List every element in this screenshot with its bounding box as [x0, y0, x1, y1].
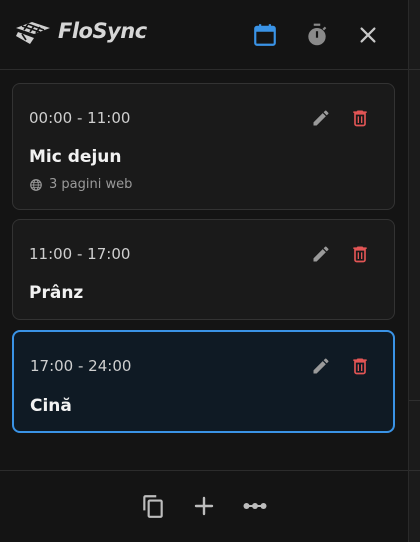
slot-time: 11:00 - 17:00: [29, 245, 131, 263]
header: FloSync: [0, 0, 408, 70]
pencil-icon: [313, 110, 329, 126]
add-button[interactable]: [191, 493, 217, 519]
strip-divider: [409, 470, 420, 471]
app-name: FloSync: [58, 19, 147, 43]
timer-button[interactable]: [303, 21, 331, 49]
more-icon: [243, 503, 267, 509]
slot-title: Mic dejun: [29, 147, 122, 167]
footer-toolbar: [0, 470, 408, 542]
close-icon: [360, 27, 376, 43]
plus-icon: [194, 496, 214, 516]
calendar-icon: [254, 24, 276, 46]
strip-divider: [409, 400, 420, 401]
slot-time: 00:00 - 11:00: [29, 109, 131, 127]
trash-icon: [353, 358, 367, 375]
slot-pages: 3 pagini web: [29, 177, 132, 192]
slot-title: Cină: [30, 396, 72, 416]
more-button[interactable]: [242, 493, 268, 519]
slot-time: 17:00 - 24:00: [30, 357, 132, 375]
delete-button[interactable]: [349, 243, 371, 265]
timer-icon: [308, 23, 327, 46]
delete-button[interactable]: [349, 355, 371, 377]
time-slot-card[interactable]: 00:00 - 11:00 Mic dejun 3 pagini web: [12, 83, 395, 210]
edit-button[interactable]: [310, 243, 332, 265]
flosync-panel: FloSync 00:00 - 11:00 Mic dejun 3 pagini…: [0, 0, 408, 542]
trash-icon: [353, 110, 367, 127]
close-button[interactable]: [354, 21, 382, 49]
time-slot-card-selected[interactable]: 17:00 - 24:00 Cină: [12, 330, 395, 433]
globe-icon: [30, 178, 42, 191]
pencil-icon: [313, 246, 329, 262]
logo: FloSync: [14, 18, 147, 44]
copy-icon: [143, 495, 163, 518]
edit-button[interactable]: [310, 107, 332, 129]
time-slot-card[interactable]: 11:00 - 17:00 Prânz: [12, 219, 395, 320]
pages-count: 3 pagini web: [49, 177, 133, 192]
side-strip: [408, 0, 420, 542]
trash-icon: [353, 246, 367, 263]
delete-button[interactable]: [349, 107, 371, 129]
edit-button[interactable]: [310, 355, 332, 377]
slot-title: Prânz: [29, 283, 84, 303]
calendar-button[interactable]: [251, 21, 279, 49]
pencil-icon: [313, 358, 329, 374]
strip-divider: [409, 69, 420, 70]
copy-button[interactable]: [140, 493, 166, 519]
flosync-logo-icon: [16, 22, 50, 44]
